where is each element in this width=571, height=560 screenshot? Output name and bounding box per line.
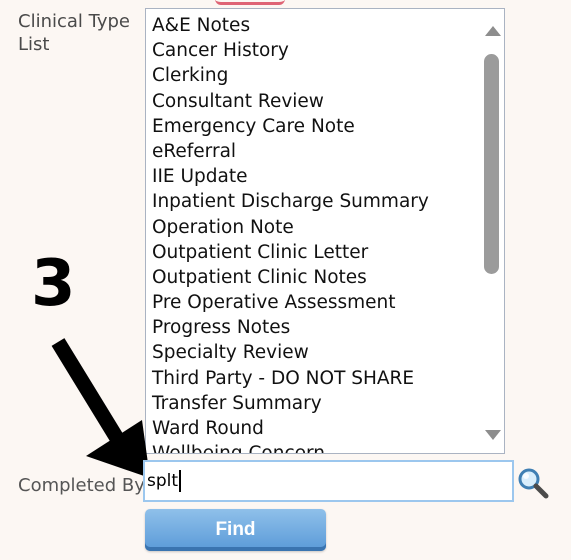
- list-item[interactable]: Emergency Care Note: [152, 114, 472, 139]
- scroll-down-arrow-icon[interactable]: [485, 430, 501, 440]
- step-number-annotation: 3: [31, 247, 76, 321]
- list-item[interactable]: Wellbeing Concern: [152, 441, 472, 453]
- completed-by-input[interactable]: [143, 460, 514, 502]
- text-caret: [179, 470, 181, 492]
- list-item[interactable]: Consultant Review: [152, 89, 472, 114]
- list-item[interactable]: Outpatient Clinic Letter: [152, 240, 472, 265]
- magnifier-icon[interactable]: [516, 466, 550, 500]
- listbox-scrollbar[interactable]: [482, 9, 504, 453]
- list-item[interactable]: Progress Notes: [152, 315, 472, 340]
- find-button[interactable]: Find: [145, 509, 326, 551]
- top-accent-decoration: [215, 0, 285, 5]
- list-item[interactable]: Clerking: [152, 63, 472, 88]
- clinical-type-label: Clinical Type List: [18, 11, 130, 55]
- list-item[interactable]: Cancer History: [152, 38, 472, 63]
- scroll-thumb[interactable]: [484, 54, 499, 274]
- list-item[interactable]: Ward Round: [152, 416, 472, 441]
- list-item[interactable]: Third Party - DO NOT SHARE: [152, 366, 472, 391]
- form-page: Clinical Type List A&E Notes Cancer Hist…: [0, 0, 571, 560]
- list-item[interactable]: Operation Note: [152, 215, 472, 240]
- list-item[interactable]: Inpatient Discharge Summary: [152, 189, 472, 214]
- list-item[interactable]: IIE Update: [152, 164, 472, 189]
- completed-by-label: Completed By:: [18, 475, 150, 496]
- list-item[interactable]: eReferral: [152, 139, 472, 164]
- clinical-type-list: A&E Notes Cancer History Clerking Consul…: [152, 13, 472, 453]
- clinical-type-listbox[interactable]: A&E Notes Cancer History Clerking Consul…: [145, 8, 505, 454]
- list-item[interactable]: Pre Operative Assessment: [152, 290, 472, 315]
- scroll-up-arrow-icon[interactable]: [485, 26, 501, 36]
- list-item[interactable]: Transfer Summary: [152, 391, 472, 416]
- list-item[interactable]: A&E Notes: [152, 13, 472, 38]
- list-item[interactable]: Specialty Review: [152, 340, 472, 365]
- list-item[interactable]: Outpatient Clinic Notes: [152, 265, 472, 290]
